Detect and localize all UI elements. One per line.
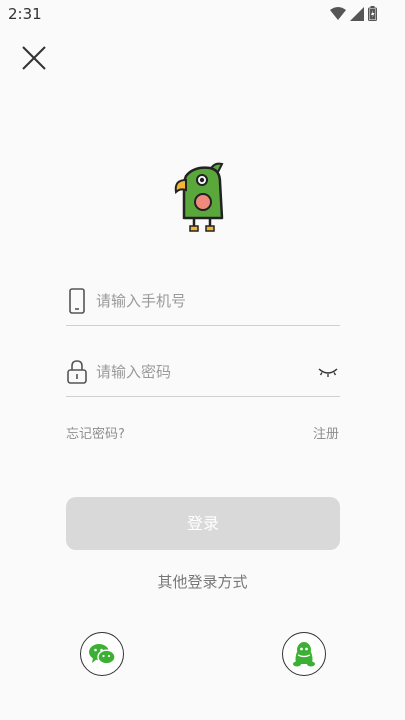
phone-field [66, 276, 340, 326]
password-visibility-toggle[interactable] [316, 362, 340, 382]
register-link[interactable]: 注册 [313, 423, 339, 442]
status-bar: 2:31 [0, 0, 405, 28]
qq-icon [293, 642, 315, 667]
lock-icon [67, 360, 87, 384]
battery-icon [368, 6, 377, 21]
eye-closed-icon [318, 368, 338, 377]
signal-icon [350, 6, 364, 21]
parrot-logo-icon [174, 162, 224, 232]
login-button[interactable]: 登录 [66, 497, 340, 550]
app-logo [170, 160, 232, 236]
status-icons [330, 6, 377, 21]
password-field [66, 347, 340, 397]
status-time: 2:31 [8, 5, 42, 23]
password-input[interactable] [96, 359, 306, 385]
other-login-label[interactable]: 其他登录方式 [0, 571, 405, 592]
close-button[interactable] [18, 42, 50, 74]
phone-icon [69, 288, 85, 314]
forgot-password-link[interactable]: 忘记密码? [66, 423, 125, 442]
wechat-icon [89, 644, 116, 665]
wifi-icon [330, 6, 346, 20]
qq-login-button[interactable] [282, 632, 326, 676]
wechat-login-button[interactable] [80, 632, 124, 676]
close-icon [22, 46, 46, 70]
phone-input[interactable] [96, 288, 306, 314]
